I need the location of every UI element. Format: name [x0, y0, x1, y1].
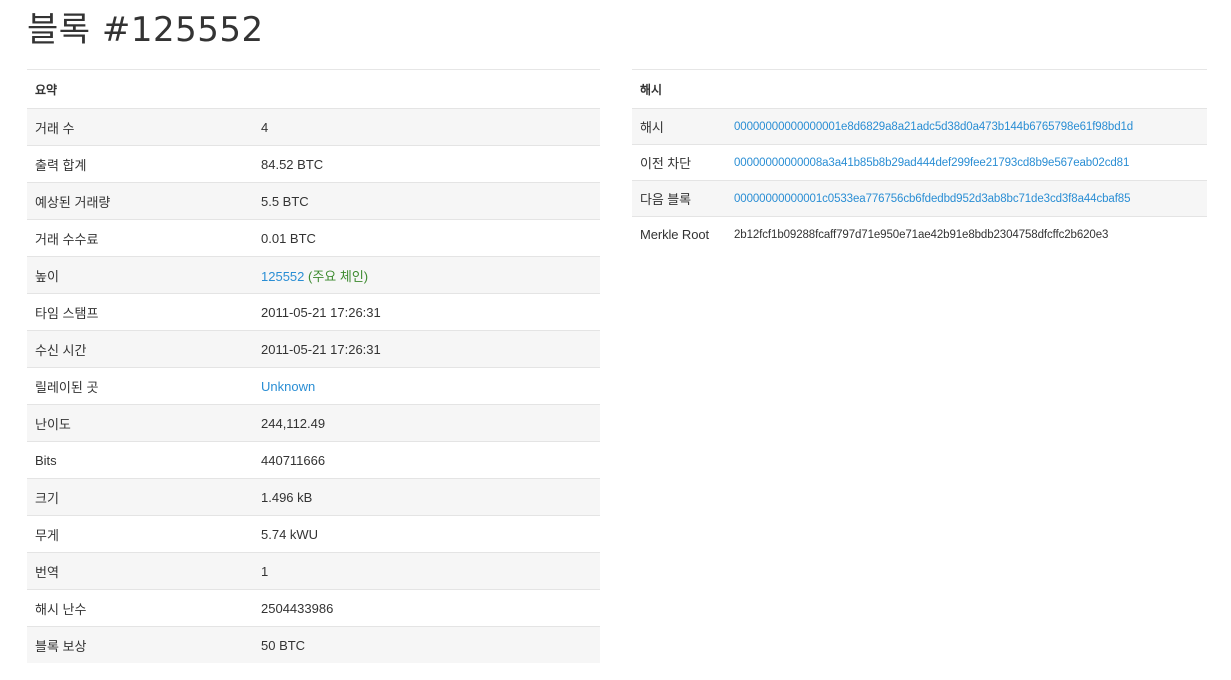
estimated-volume-value: 5.5 BTC: [253, 182, 600, 220]
summary-panel: 요약 거래 수 4 출력 합계 84.52 BTC 예상된 거래량 5.5 BT…: [27, 69, 600, 663]
block-reward-value: 50 BTC: [253, 626, 600, 663]
hash-value-cell: 00000000000000001e8d6829a8a21adc5d38d0a4…: [726, 108, 1207, 145]
hash-label: 해시: [632, 108, 726, 145]
nonce-label: 해시 난수: [27, 589, 253, 627]
size-value: 1.496 kB: [253, 478, 600, 516]
timestamp-value: 2011-05-21 17:26:31: [253, 293, 600, 331]
hash-link[interactable]: 00000000000000001e8d6829a8a21adc5d38d0a4…: [734, 121, 1133, 133]
hashes-heading: 해시: [632, 69, 1207, 109]
hashes-header-row: 해시: [632, 69, 1207, 109]
next-block-label: 다음 블록: [632, 180, 726, 217]
main-chain-note: (주요 체인): [308, 268, 369, 284]
height-link[interactable]: 125552: [261, 269, 304, 284]
previous-block-label: 이전 차단: [632, 144, 726, 181]
summary-header-row: 요약: [27, 69, 600, 109]
bits-value: 440711666: [253, 441, 600, 479]
summary-row-relayed-by: 릴레이된 곳 Unknown: [27, 367, 600, 405]
received-time-label: 수신 시간: [27, 330, 253, 368]
previous-block-link[interactable]: 00000000000008a3a41b85b8b29ad444def299fe…: [734, 157, 1129, 169]
summary-row-weight: 무게 5.74 kWU: [27, 515, 600, 553]
version-label: 번역: [27, 552, 253, 590]
page-title: 블록 #125552: [27, 10, 264, 50]
received-time-value: 2011-05-21 17:26:31: [253, 330, 600, 368]
block-reward-label: 블록 보상: [27, 626, 253, 663]
hashes-panel: 해시 해시 00000000000000001e8d6829a8a21adc5d…: [632, 69, 1207, 252]
estimated-volume-label: 예상된 거래량: [27, 182, 253, 220]
size-label: 크기: [27, 478, 253, 516]
height-label: 높이: [27, 256, 253, 294]
tx-count-label: 거래 수: [27, 108, 253, 146]
previous-block-value-cell: 00000000000008a3a41b85b8b29ad444def299fe…: [726, 144, 1207, 181]
relayed-by-link[interactable]: Unknown: [261, 379, 315, 394]
summary-row-received-time: 수신 시간 2011-05-21 17:26:31: [27, 330, 600, 368]
next-block-link[interactable]: 00000000000001c0533ea776756cb6fdedbd952d…: [734, 193, 1131, 205]
summary-table: 요약 거래 수 4 출력 합계 84.52 BTC 예상된 거래량 5.5 BT…: [27, 69, 600, 663]
bits-label: Bits: [27, 441, 253, 479]
summary-row-timestamp: 타임 스탬프 2011-05-21 17:26:31: [27, 293, 600, 331]
summary-row-tx-count: 거래 수 4: [27, 108, 600, 146]
relayed-by-label: 릴레이된 곳: [27, 367, 253, 405]
output-total-label: 출력 합계: [27, 145, 253, 183]
output-total-value: 84.52 BTC: [253, 145, 600, 183]
fees-label: 거래 수수료: [27, 219, 253, 257]
difficulty-label: 난이도: [27, 404, 253, 442]
next-block-value-cell: 00000000000001c0533ea776756cb6fdedbd952d…: [726, 180, 1207, 217]
hashes-table: 해시 해시 00000000000000001e8d6829a8a21adc5d…: [632, 69, 1207, 252]
summary-row-version: 번역 1: [27, 552, 600, 590]
summary-heading: 요약: [27, 69, 600, 109]
weight-value: 5.74 kWU: [253, 515, 600, 553]
summary-row-estimated-volume: 예상된 거래량 5.5 BTC: [27, 182, 600, 220]
fees-value: 0.01 BTC: [253, 219, 600, 257]
tx-count-value: 4: [253, 108, 600, 146]
merkle-root-label: Merkle Root: [632, 216, 726, 252]
hashes-row-hash: 해시 00000000000000001e8d6829a8a21adc5d38d…: [632, 108, 1207, 145]
summary-row-block-reward: 블록 보상 50 BTC: [27, 626, 600, 663]
summary-row-size: 크기 1.496 kB: [27, 478, 600, 516]
timestamp-label: 타임 스탬프: [27, 293, 253, 331]
summary-row-nonce: 해시 난수 2504433986: [27, 589, 600, 627]
nonce-value: 2504433986: [253, 589, 600, 627]
summary-row-fees: 거래 수수료 0.01 BTC: [27, 219, 600, 257]
summary-row-difficulty: 난이도 244,112.49: [27, 404, 600, 442]
summary-row-output-total: 출력 합계 84.52 BTC: [27, 145, 600, 183]
merkle-root-value: 2b12fcf1b09288fcaff797d71e950e71ae42b91e…: [726, 216, 1207, 252]
relayed-by-value-cell: Unknown: [253, 367, 600, 405]
height-value-cell: 125552 (주요 체인): [253, 256, 600, 294]
weight-label: 무게: [27, 515, 253, 553]
difficulty-value: 244,112.49: [253, 404, 600, 442]
hashes-row-next-block: 다음 블록 00000000000001c0533ea776756cb6fded…: [632, 180, 1207, 217]
version-value: 1: [253, 552, 600, 590]
hashes-row-previous-block: 이전 차단 00000000000008a3a41b85b8b29ad444de…: [632, 144, 1207, 181]
hashes-row-merkle-root: Merkle Root 2b12fcf1b09288fcaff797d71e95…: [632, 216, 1207, 252]
summary-row-bits: Bits 440711666: [27, 441, 600, 479]
summary-row-height: 높이 125552 (주요 체인): [27, 256, 600, 294]
